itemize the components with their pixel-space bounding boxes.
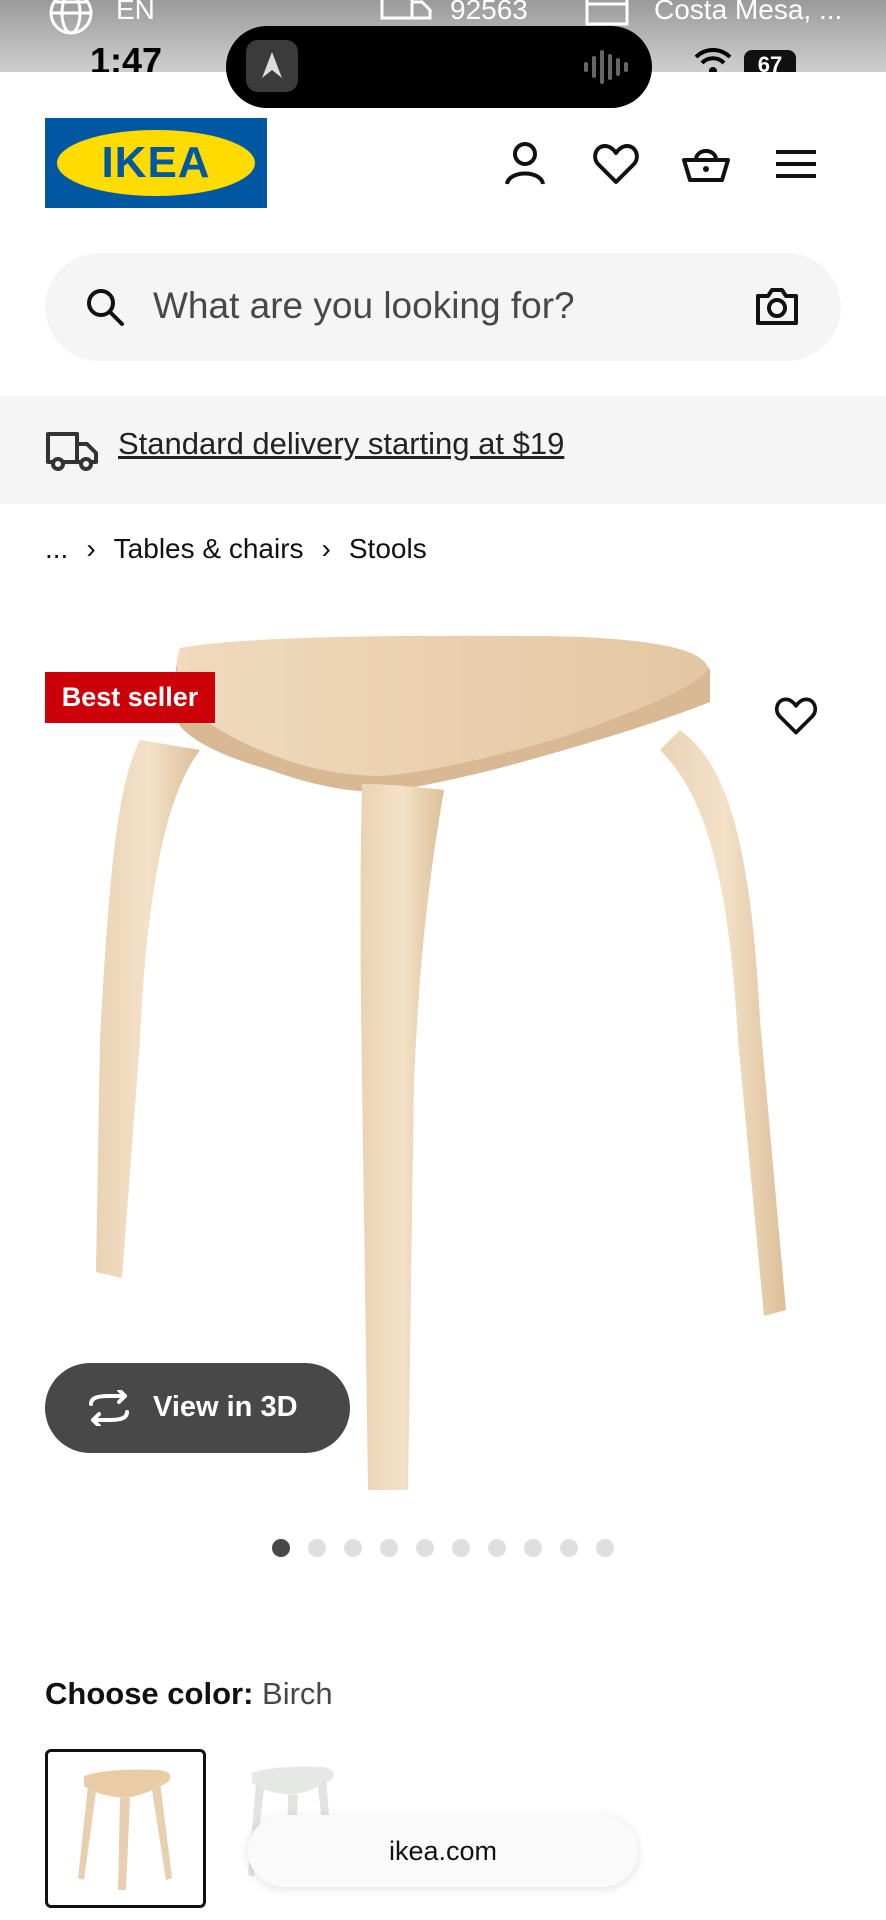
carousel-dot[interactable] xyxy=(308,1539,326,1557)
carousel-dot[interactable] xyxy=(524,1539,542,1557)
logo-oval: IKEA xyxy=(57,130,255,196)
breadcrumb-tables-chairs[interactable]: Tables & chairs xyxy=(114,533,304,565)
delivery-banner[interactable]: Standard delivery starting at $19 xyxy=(0,396,886,504)
live-activity-app-icon xyxy=(246,40,298,92)
breadcrumb-stools[interactable]: Stools xyxy=(349,533,427,565)
carousel-dot[interactable] xyxy=(344,1539,362,1557)
ikea-logo[interactable]: IKEA xyxy=(45,118,267,208)
battery-indicator: 67 xyxy=(744,50,796,72)
color-value: Birch xyxy=(262,1676,333,1711)
audio-wave-icon xyxy=(584,50,628,84)
store-location-label[interactable]: Costa Mesa, ... xyxy=(654,0,842,26)
color-label: Choose color: xyxy=(45,1676,254,1711)
breadcrumb-ellipsis[interactable]: ... xyxy=(45,533,68,565)
rotate-3d-icon xyxy=(89,1390,129,1426)
carousel-dot[interactable] xyxy=(272,1539,290,1557)
birch-stool-thumbnail xyxy=(78,1769,172,1890)
color-chooser-heading: Choose color: Birch xyxy=(45,1676,333,1712)
carousel-dot[interactable] xyxy=(488,1539,506,1557)
zip-label[interactable]: 92563 xyxy=(450,0,528,26)
language-label[interactable]: EN xyxy=(116,0,155,26)
logo-text: IKEA xyxy=(101,138,211,187)
view-in-3d-label: View in 3D xyxy=(153,1391,298,1423)
view-in-3d-button[interactable]: View in 3D xyxy=(45,1363,350,1453)
carousel-dot[interactable] xyxy=(452,1539,470,1557)
best-seller-badge: Best seller xyxy=(45,672,215,723)
delivery-link[interactable]: Standard delivery starting at $19 xyxy=(118,426,564,462)
dynamic-island xyxy=(226,26,652,108)
account-icon[interactable] xyxy=(499,138,551,190)
cart-icon[interactable] xyxy=(680,138,732,190)
breadcrumb: ... › Tables & chairs › Stools xyxy=(45,533,427,565)
carousel-dot[interactable] xyxy=(596,1539,614,1557)
heart-icon[interactable] xyxy=(590,138,642,190)
camera-icon[interactable] xyxy=(755,286,799,326)
clock: 1:47 xyxy=(90,40,163,72)
wifi-icon xyxy=(694,48,732,72)
carousel-dot[interactable] xyxy=(380,1539,398,1557)
carousel-dot[interactable] xyxy=(416,1539,434,1557)
delivery-truck-icon xyxy=(46,432,98,471)
store-icon xyxy=(585,0,629,26)
image-carousel-dots xyxy=(272,1539,614,1557)
favorite-heart-icon[interactable] xyxy=(772,692,820,740)
carousel-dot[interactable] xyxy=(560,1539,578,1557)
search-icon xyxy=(87,289,124,326)
chevron-right-icon: › xyxy=(321,533,331,564)
search-bar[interactable]: What are you looking for? xyxy=(45,253,841,361)
delivery-truck-icon xyxy=(380,0,432,20)
color-swatch-birch[interactable] xyxy=(45,1749,206,1908)
chevron-right-icon: › xyxy=(86,533,96,564)
menu-icon[interactable] xyxy=(770,138,822,190)
browser-url-bar[interactable]: ikea.com xyxy=(248,1815,638,1887)
search-input[interactable]: What are you looking for? xyxy=(153,285,575,327)
globe-icon xyxy=(49,0,93,35)
